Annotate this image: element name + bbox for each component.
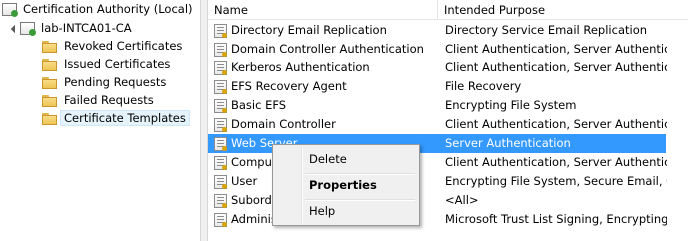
- template-purpose: Client Authentication, Server Authentic.…: [445, 117, 667, 131]
- tree-item-label: Certificate Templates: [60, 110, 190, 126]
- tree-item-issued-certificates[interactable]: Issued Certificates: [42, 55, 173, 73]
- template-purpose: File Recovery: [445, 79, 522, 93]
- tree-item-ca-label: lab-INTCA01-CA: [41, 21, 132, 35]
- template-purpose: Client Authentication, Server Authentic.…: [445, 42, 667, 56]
- certificate-template-icon: [214, 117, 227, 132]
- template-name: User: [231, 174, 258, 188]
- folder-icon: [42, 40, 58, 53]
- folder-icon: [42, 94, 58, 107]
- tree-item-revoked-certificates[interactable]: Revoked Certificates: [42, 37, 185, 55]
- template-purpose: Client Authentication, Server Authentic.…: [445, 155, 667, 169]
- template-name: Basic EFS: [231, 98, 287, 112]
- tree-item-root-label: Certification Authority (Local): [23, 2, 193, 16]
- tree-item-ca[interactable]: lab-INTCA01-CA: [10, 19, 135, 37]
- template-name: Directory Email Replication: [231, 23, 387, 37]
- template-name: EFS Recovery Agent: [231, 79, 347, 93]
- expand-arrow-icon[interactable]: [10, 24, 20, 33]
- console-tree: Certification Authority (Local) lab-INTC…: [0, 0, 200, 241]
- template-purpose: Encrypting File System: [445, 98, 577, 112]
- list-item[interactable]: Directory Email Replication Directory Se…: [208, 21, 666, 40]
- menu-item-help[interactable]: Help: [275, 200, 417, 222]
- certificate-template-icon: [214, 193, 227, 208]
- template-purpose: <All>: [445, 193, 479, 207]
- certificate-template-icon: [214, 98, 227, 113]
- certificate-template-icon: [214, 174, 227, 189]
- certification-authority-icon: [2, 3, 18, 17]
- template-purpose: Microsoft Trust List Signing, Encrypting…: [445, 212, 667, 226]
- tree-item-certificate-templates[interactable]: Certificate Templates: [42, 109, 190, 127]
- certificate-template-icon: [214, 155, 227, 170]
- template-name: Adminis: [231, 212, 277, 226]
- folder-icon: [42, 58, 58, 71]
- column-header-intended-purpose[interactable]: Intended Purpose: [438, 0, 688, 20]
- menu-item-properties[interactable]: Properties: [275, 174, 417, 196]
- template-purpose: Directory Service Email Replication: [445, 23, 648, 37]
- template-name: Domain Controller Authentication: [231, 42, 424, 56]
- template-purpose: Encrypting File System, Secure Email, Cl…: [445, 174, 667, 188]
- ca-server-icon: [20, 22, 36, 36]
- certificate-template-icon: [214, 42, 227, 57]
- certificate-template-icon: [214, 79, 227, 94]
- certificate-template-icon: [214, 60, 227, 75]
- list-item[interactable]: Domain Controller Authentication Client …: [208, 40, 667, 59]
- list-item[interactable]: Basic EFS Encrypting File System: [208, 96, 666, 115]
- tree-item-label: Failed Requests: [64, 93, 154, 107]
- template-name: Comput: [231, 155, 277, 169]
- template-purpose: Server Authentication: [445, 136, 571, 150]
- certificate-template-icon: [214, 136, 227, 151]
- tree-item-label: Issued Certificates: [64, 57, 171, 71]
- folder-icon: [42, 112, 58, 125]
- column-header-name[interactable]: Name: [208, 0, 438, 20]
- list-item[interactable]: Domain Controller Client Authentication,…: [208, 115, 667, 134]
- list-item[interactable]: Kerberos Authentication Client Authentic…: [208, 58, 667, 77]
- tree-item-label: Pending Requests: [64, 75, 167, 89]
- certificate-template-icon: [214, 23, 227, 38]
- tree-item-pending-requests[interactable]: Pending Requests: [42, 73, 169, 91]
- folder-icon: [42, 76, 58, 89]
- tree-item-failed-requests[interactable]: Failed Requests: [42, 91, 157, 109]
- tree-item-label: Revoked Certificates: [64, 39, 183, 53]
- tree-item-root[interactable]: Certification Authority (Local): [2, 0, 196, 18]
- menu-item-delete[interactable]: Delete: [275, 148, 417, 170]
- pane-splitter[interactable]: [200, 0, 208, 241]
- context-menu: Delete Properties Help: [272, 144, 420, 226]
- template-name: Domain Controller: [231, 117, 336, 131]
- list-item[interactable]: EFS Recovery Agent File Recovery: [208, 77, 666, 96]
- template-purpose: Client Authentication, Server Authentic.…: [445, 60, 667, 74]
- template-name: Subordi: [231, 193, 275, 207]
- template-name: Kerberos Authentication: [231, 60, 370, 74]
- certificate-template-icon: [214, 212, 227, 227]
